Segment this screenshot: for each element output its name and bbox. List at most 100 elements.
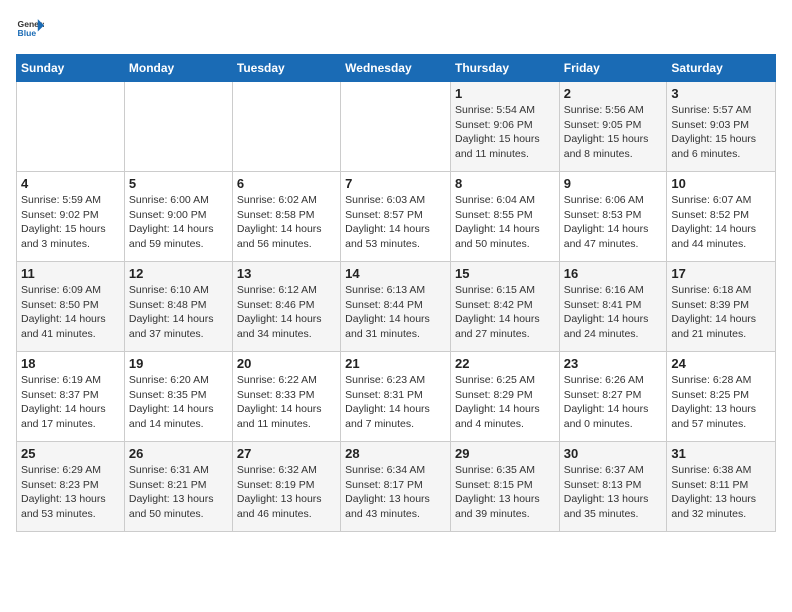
day-info: Sunrise: 6:10 AM Sunset: 8:48 PM Dayligh… [129,283,228,342]
calendar-cell: 24 Sunrise: 6:28 AM Sunset: 8:25 PM Dayli… [667,352,776,442]
day-number: 5 [129,176,228,191]
calendar-cell [341,82,451,172]
weekday-header-tuesday: Tuesday [232,55,340,82]
calendar-table: SundayMondayTuesdayWednesdayThursdayFrid… [16,54,776,532]
calendar-cell: 19 Sunrise: 6:20 AM Sunset: 8:35 PM Dayli… [124,352,232,442]
calendar-cell: 23 Sunrise: 6:26 AM Sunset: 8:27 PM Dayli… [559,352,667,442]
calendar-cell: 3 Sunrise: 5:57 AM Sunset: 9:03 PM Daylig… [667,82,776,172]
weekday-header-thursday: Thursday [450,55,559,82]
day-number: 3 [671,86,771,101]
calendar-cell: 20 Sunrise: 6:22 AM Sunset: 8:33 PM Dayli… [232,352,340,442]
day-info: Sunrise: 6:32 AM Sunset: 8:19 PM Dayligh… [237,463,336,522]
calendar-cell: 6 Sunrise: 6:02 AM Sunset: 8:58 PM Daylig… [232,172,340,262]
calendar-cell: 8 Sunrise: 6:04 AM Sunset: 8:55 PM Daylig… [450,172,559,262]
day-info: Sunrise: 5:59 AM Sunset: 9:02 PM Dayligh… [21,193,120,252]
day-info: Sunrise: 6:06 AM Sunset: 8:53 PM Dayligh… [564,193,663,252]
day-number: 27 [237,446,336,461]
weekday-header-wednesday: Wednesday [341,55,451,82]
calendar-cell: 1 Sunrise: 5:54 AM Sunset: 9:06 PM Daylig… [450,82,559,172]
day-number: 10 [671,176,771,191]
day-info: Sunrise: 6:09 AM Sunset: 8:50 PM Dayligh… [21,283,120,342]
day-info: Sunrise: 6:19 AM Sunset: 8:37 PM Dayligh… [21,373,120,432]
weekday-header-friday: Friday [559,55,667,82]
day-info: Sunrise: 6:35 AM Sunset: 8:15 PM Dayligh… [455,463,555,522]
calendar-cell [124,82,232,172]
day-info: Sunrise: 5:56 AM Sunset: 9:05 PM Dayligh… [564,103,663,162]
day-number: 1 [455,86,555,101]
logo: General Blue [16,16,44,44]
day-number: 20 [237,356,336,371]
day-number: 18 [21,356,120,371]
header: General Blue [16,16,776,44]
calendar-cell: 7 Sunrise: 6:03 AM Sunset: 8:57 PM Daylig… [341,172,451,262]
calendar-cell: 26 Sunrise: 6:31 AM Sunset: 8:21 PM Dayli… [124,442,232,532]
day-number: 16 [564,266,663,281]
weekday-header-saturday: Saturday [667,55,776,82]
calendar-cell: 25 Sunrise: 6:29 AM Sunset: 8:23 PM Dayli… [17,442,125,532]
calendar-cell: 18 Sunrise: 6:19 AM Sunset: 8:37 PM Dayli… [17,352,125,442]
day-info: Sunrise: 6:28 AM Sunset: 8:25 PM Dayligh… [671,373,771,432]
day-info: Sunrise: 6:03 AM Sunset: 8:57 PM Dayligh… [345,193,446,252]
day-number: 21 [345,356,446,371]
day-info: Sunrise: 6:07 AM Sunset: 8:52 PM Dayligh… [671,193,771,252]
day-info: Sunrise: 6:31 AM Sunset: 8:21 PM Dayligh… [129,463,228,522]
day-info: Sunrise: 6:04 AM Sunset: 8:55 PM Dayligh… [455,193,555,252]
day-info: Sunrise: 6:16 AM Sunset: 8:41 PM Dayligh… [564,283,663,342]
day-number: 13 [237,266,336,281]
day-number: 26 [129,446,228,461]
calendar-cell: 10 Sunrise: 6:07 AM Sunset: 8:52 PM Dayli… [667,172,776,262]
calendar-cell: 5Sunrise: 6:00 AM Sunset: 9:00 PM Daylig… [124,172,232,262]
day-info: Sunrise: 5:57 AM Sunset: 9:03 PM Dayligh… [671,103,771,162]
day-number: 28 [345,446,446,461]
logo-icon: General Blue [16,16,44,44]
day-info: Sunrise: 6:34 AM Sunset: 8:17 PM Dayligh… [345,463,446,522]
day-number: 25 [21,446,120,461]
calendar-cell: 9 Sunrise: 6:06 AM Sunset: 8:53 PM Daylig… [559,172,667,262]
day-info: Sunrise: 6:15 AM Sunset: 8:42 PM Dayligh… [455,283,555,342]
day-number: 23 [564,356,663,371]
day-number: 22 [455,356,555,371]
day-info: Sunrise: 6:13 AM Sunset: 8:44 PM Dayligh… [345,283,446,342]
calendar-cell: 11 Sunrise: 6:09 AM Sunset: 8:50 PM Dayli… [17,262,125,352]
day-info: Sunrise: 6:23 AM Sunset: 8:31 PM Dayligh… [345,373,446,432]
calendar-cell: 30 Sunrise: 6:37 AM Sunset: 8:13 PM Dayli… [559,442,667,532]
day-info: Sunrise: 6:12 AM Sunset: 8:46 PM Dayligh… [237,283,336,342]
calendar-cell: 2Sunrise: 5:56 AM Sunset: 9:05 PM Daylig… [559,82,667,172]
calendar-cell: 22 Sunrise: 6:25 AM Sunset: 8:29 PM Dayli… [450,352,559,442]
day-info: Sunrise: 6:37 AM Sunset: 8:13 PM Dayligh… [564,463,663,522]
day-number: 24 [671,356,771,371]
day-info: Sunrise: 6:26 AM Sunset: 8:27 PM Dayligh… [564,373,663,432]
calendar-cell: 14 Sunrise: 6:13 AM Sunset: 8:44 PM Dayli… [341,262,451,352]
day-number: 15 [455,266,555,281]
day-number: 31 [671,446,771,461]
day-info: Sunrise: 6:29 AM Sunset: 8:23 PM Dayligh… [21,463,120,522]
calendar-cell: 4 Sunrise: 5:59 AM Sunset: 9:02 PM Daylig… [17,172,125,262]
day-number: 12 [129,266,228,281]
day-number: 9 [564,176,663,191]
day-number: 17 [671,266,771,281]
day-number: 14 [345,266,446,281]
day-number: 6 [237,176,336,191]
day-number: 29 [455,446,555,461]
calendar-cell: 17Sunrise: 6:18 AM Sunset: 8:39 PM Dayli… [667,262,776,352]
day-number: 11 [21,266,120,281]
calendar-cell: 21 Sunrise: 6:23 AM Sunset: 8:31 PM Dayli… [341,352,451,442]
day-info: Sunrise: 6:02 AM Sunset: 8:58 PM Dayligh… [237,193,336,252]
day-info: Sunrise: 6:20 AM Sunset: 8:35 PM Dayligh… [129,373,228,432]
day-number: 7 [345,176,446,191]
day-number: 19 [129,356,228,371]
calendar-cell: 31Sunrise: 6:38 AM Sunset: 8:11 PM Dayli… [667,442,776,532]
calendar-cell [232,82,340,172]
calendar-cell: 13 Sunrise: 6:12 AM Sunset: 8:46 PM Dayli… [232,262,340,352]
calendar-cell [17,82,125,172]
day-number: 8 [455,176,555,191]
calendar-cell: 27 Sunrise: 6:32 AM Sunset: 8:19 PM Dayli… [232,442,340,532]
day-info: Sunrise: 6:22 AM Sunset: 8:33 PM Dayligh… [237,373,336,432]
calendar-cell: 16 Sunrise: 6:16 AM Sunset: 8:41 PM Dayli… [559,262,667,352]
day-number: 4 [21,176,120,191]
day-info: Sunrise: 5:54 AM Sunset: 9:06 PM Dayligh… [455,103,555,162]
day-number: 30 [564,446,663,461]
calendar-cell: 29 Sunrise: 6:35 AM Sunset: 8:15 PM Dayli… [450,442,559,532]
weekday-header-monday: Monday [124,55,232,82]
day-info: Sunrise: 6:25 AM Sunset: 8:29 PM Dayligh… [455,373,555,432]
